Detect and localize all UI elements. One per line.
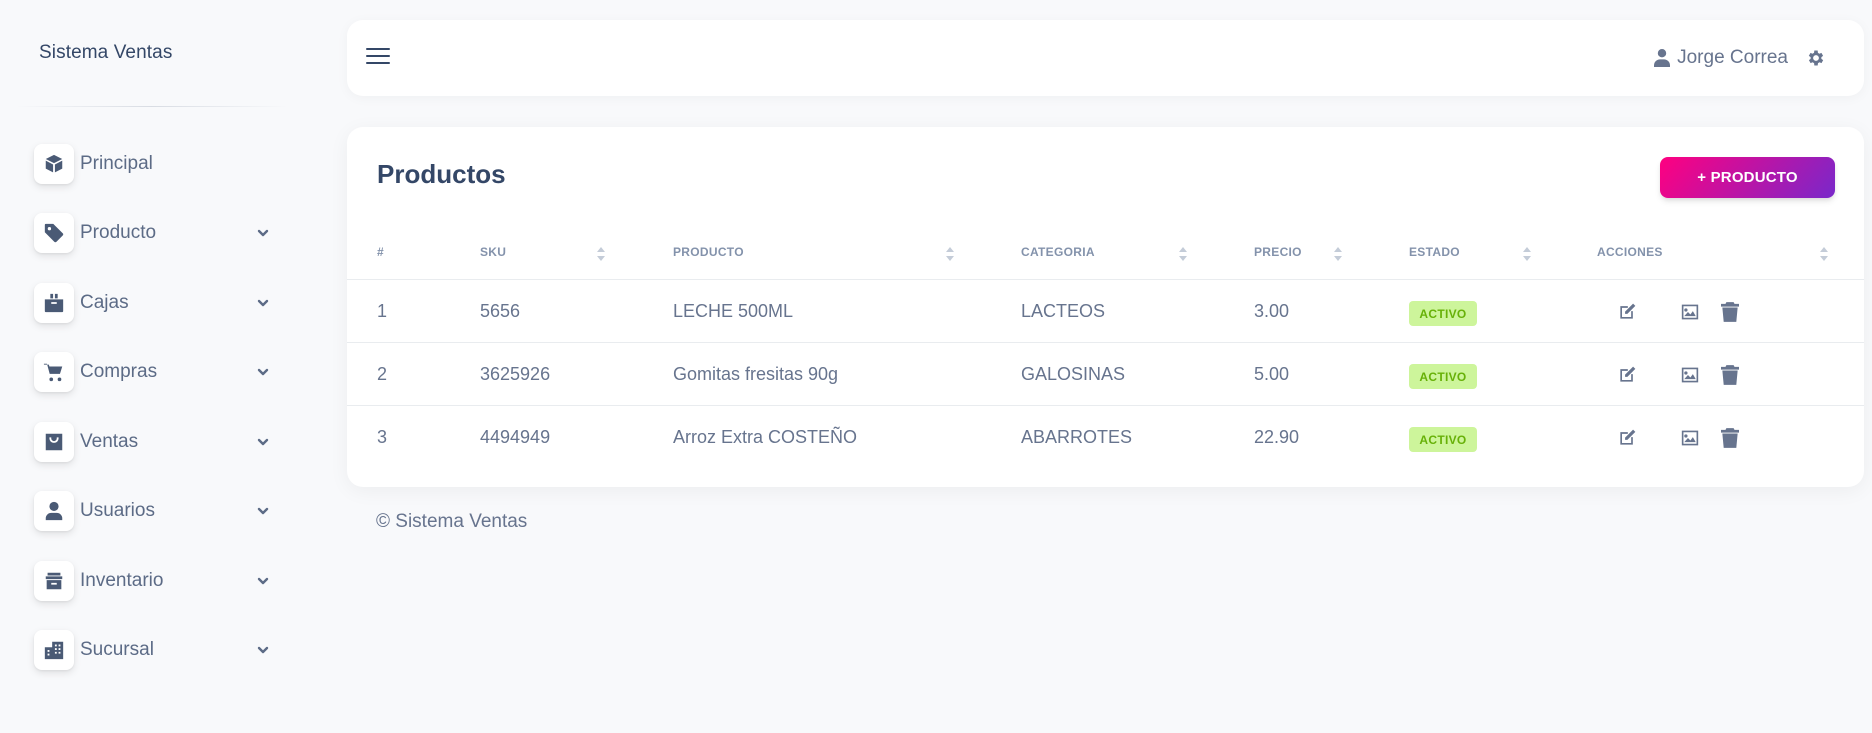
status-badge: ACTIVO <box>1409 364 1477 389</box>
user-icon <box>1654 49 1671 67</box>
cell-price: 3.00 <box>1254 301 1290 321</box>
sidebar-item-label: Inventario <box>80 570 164 591</box>
cash-box-icon <box>34 283 74 323</box>
top-navbar: Jorge Correa <box>347 20 1864 96</box>
chevron-down-icon <box>256 504 270 518</box>
sidebar-item-cajas[interactable]: Cajas <box>34 281 274 325</box>
edit-icon[interactable] <box>1616 301 1638 323</box>
cell-category: ABARROTES <box>1021 427 1133 447</box>
status-badge: ACTIVO <box>1409 301 1477 326</box>
sidebar-item-inventario[interactable]: Inventario <box>34 559 274 603</box>
sidebar-item-principal[interactable]: Principal <box>34 142 274 186</box>
column-header-precio[interactable]: PRECIO <box>1254 245 1302 259</box>
sidebar-item-label: Usuarios <box>80 500 155 521</box>
cell-price: 22.90 <box>1254 427 1300 447</box>
edit-icon[interactable] <box>1616 427 1638 449</box>
column-header-acciones[interactable]: ACCIONES <box>1597 245 1663 259</box>
sidebar-item-label: Ventas <box>80 431 139 452</box>
cell-price: 5.00 <box>1254 364 1290 384</box>
sidebar-item-label: Cajas <box>80 292 129 313</box>
footer-copyright: © Sistema Ventas <box>376 511 528 532</box>
tag-icon <box>34 213 74 253</box>
cell-num: 2 <box>377 364 388 384</box>
sidebar-item-ventas[interactable]: Ventas <box>34 420 274 464</box>
sidebar-item-label: Compras <box>80 361 158 382</box>
building-icon <box>34 630 74 670</box>
cell-num: 1 <box>377 301 388 321</box>
page-title: Productos <box>377 159 506 189</box>
products-card: Productos + PRODUCTO # SKU PRODUCTO CATE… <box>347 127 1864 487</box>
hamburger-icon[interactable] <box>366 48 390 68</box>
cell-category: GALOSINAS <box>1021 364 1126 384</box>
user-name: Jorge Correa <box>1677 47 1788 68</box>
gear-icon[interactable] <box>1806 48 1826 68</box>
column-header-num[interactable]: # <box>377 245 384 259</box>
chevron-down-icon <box>256 296 270 310</box>
column-header-sku[interactable]: SKU <box>480 245 506 259</box>
user-icon <box>34 491 74 531</box>
image-icon[interactable] <box>1679 364 1701 386</box>
cell-sku: 4494949 <box>480 427 551 447</box>
chevron-down-icon <box>256 574 270 588</box>
user-menu[interactable]: Jorge Correa <box>1654 47 1788 69</box>
archive-icon <box>34 561 74 601</box>
add-product-button[interactable]: + PRODUCTO <box>1660 157 1835 198</box>
cell-category: LACTEOS <box>1021 301 1106 321</box>
table-divider <box>347 279 1864 280</box>
chevron-down-icon <box>256 226 270 240</box>
trash-icon[interactable] <box>1719 301 1741 323</box>
status-badge: ACTIVO <box>1409 427 1477 452</box>
chevron-down-icon <box>256 365 270 379</box>
column-header-producto[interactable]: PRODUCTO <box>673 245 744 259</box>
sidebar-item-label: Principal <box>80 153 153 174</box>
image-icon[interactable] <box>1679 301 1701 323</box>
sort-icon[interactable] <box>945 246 955 262</box>
cell-num: 3 <box>377 427 388 447</box>
table-divider <box>347 405 1864 406</box>
cell-product: Gomitas fresitas 90g <box>673 364 839 384</box>
cart-icon <box>34 352 74 392</box>
image-icon[interactable] <box>1679 427 1701 449</box>
cell-sku: 5656 <box>480 301 521 321</box>
shopping-bag-icon <box>34 422 74 462</box>
chevron-down-icon <box>256 435 270 449</box>
sort-icon[interactable] <box>1522 246 1532 262</box>
sort-icon[interactable] <box>1819 246 1829 262</box>
cell-sku: 3625926 <box>480 364 551 384</box>
sidebar-item-label: Producto <box>80 222 157 243</box>
brand-name[interactable]: Sistema Ventas <box>39 42 172 64</box>
column-header-estado[interactable]: ESTADO <box>1409 245 1460 259</box>
cell-product: Arroz Extra COSTEÑO <box>673 427 858 447</box>
cube-icon <box>34 144 74 184</box>
sidebar-item-label: Sucursal <box>80 639 154 660</box>
sidebar-item-producto[interactable]: Producto <box>34 211 274 255</box>
trash-icon[interactable] <box>1719 427 1741 449</box>
edit-icon[interactable] <box>1616 364 1638 386</box>
sidebar-item-compras[interactable]: Compras <box>34 350 274 394</box>
column-header-categoria[interactable]: CATEGORIA <box>1021 245 1095 259</box>
chevron-down-icon <box>256 643 270 657</box>
sort-icon[interactable] <box>1333 246 1343 262</box>
table-divider <box>347 342 1864 343</box>
sidebar-item-usuarios[interactable]: Usuarios <box>34 489 274 533</box>
cell-product: LECHE 500ML <box>673 301 794 321</box>
sort-icon[interactable] <box>1178 246 1188 262</box>
sidebar-item-sucursal[interactable]: Sucursal <box>34 628 274 672</box>
sidebar-divider <box>16 106 288 107</box>
sort-icon[interactable] <box>596 246 606 262</box>
trash-icon[interactable] <box>1719 364 1741 386</box>
sidebar: Sistema Ventas Principal Producto Cajas … <box>0 0 300 733</box>
